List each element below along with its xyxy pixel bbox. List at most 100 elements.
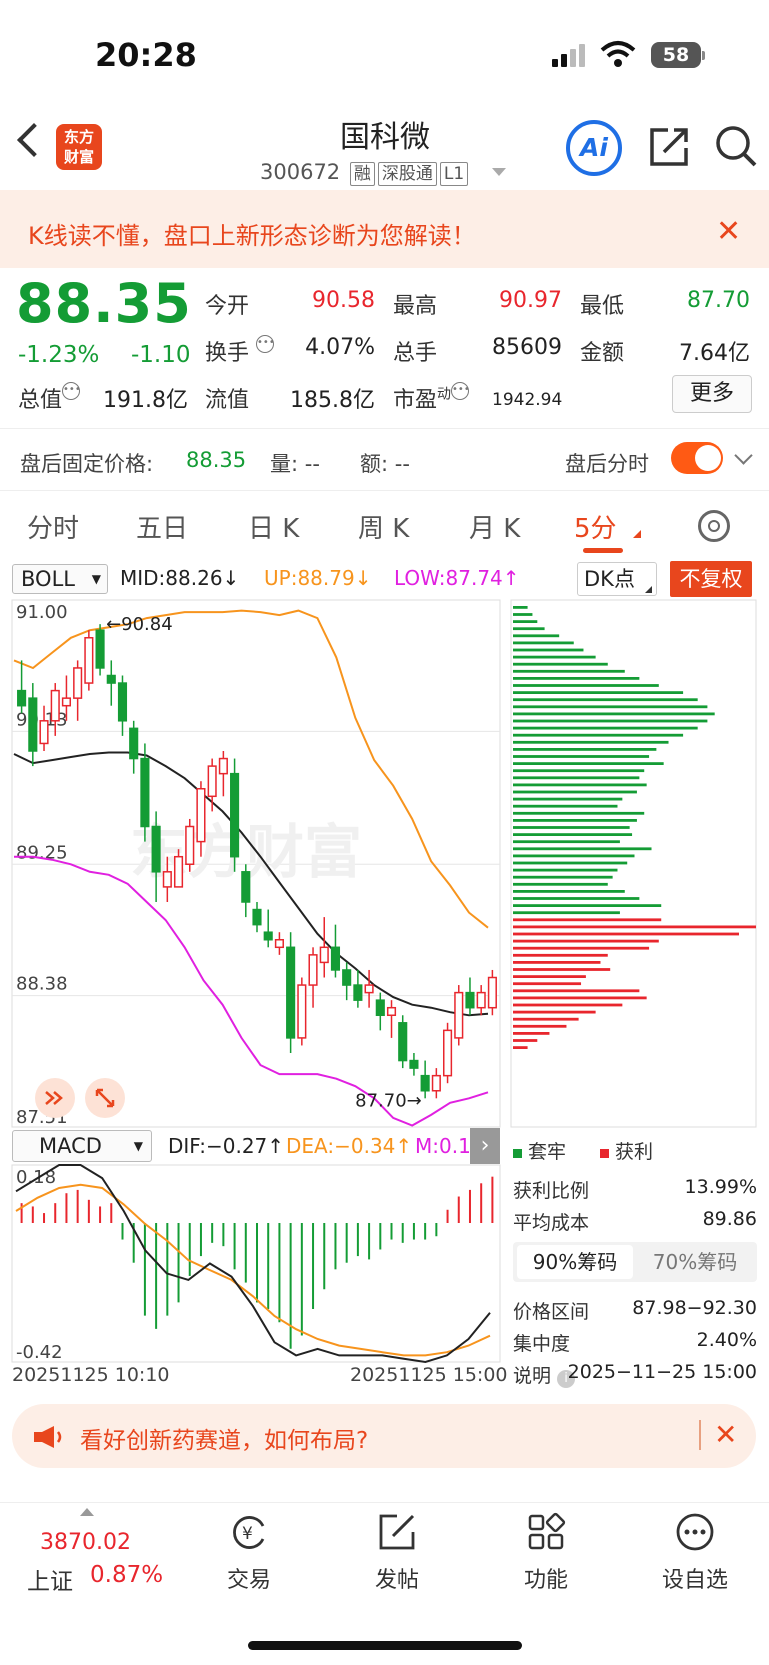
tab-monthly-k[interactable]: 月 K	[469, 508, 520, 545]
dk-point-button[interactable]: DK点	[577, 562, 657, 596]
candle-body	[353, 984, 363, 1001]
chip-bar-hold	[513, 804, 618, 808]
chip-bar-hold	[513, 698, 698, 702]
chip-bar-hold	[513, 826, 630, 829]
search-icon[interactable]	[714, 124, 758, 168]
grid-icon[interactable]	[526, 1512, 566, 1552]
stock-code-row[interactable]: 300672 融深股通 L1	[260, 160, 469, 186]
trade-icon[interactable]: ¥	[229, 1512, 269, 1552]
tab-dropdown-icon[interactable]	[633, 530, 641, 538]
toggle-knob	[695, 445, 721, 471]
tab-daily-k[interactable]: 日 K	[248, 508, 299, 545]
candle-body	[241, 871, 251, 903]
candle-body	[106, 674, 116, 684]
edit-icon[interactable]	[377, 1512, 417, 1552]
candle-body	[286, 946, 296, 1039]
candle-body	[61, 697, 72, 707]
banner-text: K线读不懂，盘口上新形态诊断为您解读！	[28, 222, 476, 250]
turnover-label: 换手 •••	[205, 335, 275, 366]
index-value[interactable]: 3870.02	[40, 1530, 131, 1555]
chip-tab-90[interactable]: 90%筹码	[517, 1245, 633, 1279]
after-hours-volume: 量: --	[270, 452, 320, 476]
chevron-right-icon[interactable]: ›	[470, 1128, 500, 1164]
battery-tip	[702, 51, 705, 60]
chevron-down-icon[interactable]	[734, 446, 753, 465]
close-icon[interactable]: ✕	[714, 1418, 737, 1451]
info-icon[interactable]: •••	[256, 335, 275, 353]
float-value: 185.8亿	[290, 388, 375, 413]
candle-body	[84, 637, 94, 684]
time-start: 20251125 10:10	[12, 1364, 170, 1386]
megaphone-icon	[34, 1426, 62, 1448]
candle-body	[398, 1022, 408, 1062]
ai-button[interactable]: Ai	[566, 120, 622, 176]
concentration-label: 集中度	[513, 1333, 571, 1355]
max-price-label: ←90.84	[106, 614, 173, 635]
chip-bar-hold	[513, 776, 640, 780]
chip-bar-hold	[513, 755, 650, 758]
more-dots-icon[interactable]	[675, 1512, 715, 1552]
tab-5min[interactable]: 5分	[574, 508, 617, 545]
boll-low: LOW:87.74↑	[394, 566, 520, 590]
chip-bar-hold	[513, 705, 708, 709]
adjust-button[interactable]: 不复权	[670, 561, 752, 597]
time-end: 20251125 15:00	[350, 1364, 508, 1386]
back-icon[interactable]	[17, 123, 51, 157]
chip-bar-hold	[513, 748, 657, 751]
candle-body	[431, 1074, 441, 1092]
chip-bar-hold	[513, 769, 645, 773]
chip-tab-70[interactable]: 70%筹码	[640, 1245, 750, 1279]
info-icon[interactable]: •••	[62, 382, 81, 400]
index-percent[interactable]: 0.87%	[90, 1562, 163, 1588]
index-name[interactable]: 上证	[27, 1562, 73, 1596]
tab-intraday[interactable]: 分时	[27, 508, 79, 545]
chevron-down-icon[interactable]	[492, 168, 506, 176]
nav-watchlist[interactable]: 设自选	[650, 1562, 740, 1594]
concentration-value: 2.40%	[696, 1329, 757, 1351]
share-icon[interactable]	[648, 126, 690, 168]
avg-cost-value: 89.86	[702, 1208, 757, 1230]
chip-bar-hold	[513, 669, 625, 673]
chip-bar-profit	[513, 939, 659, 943]
chip-bar-hold	[513, 684, 659, 687]
nav-post[interactable]: 发帖	[352, 1562, 442, 1594]
nav-function[interactable]: 功能	[501, 1562, 591, 1594]
tag-margin: 融	[349, 162, 375, 186]
candle-body	[252, 908, 262, 926]
candle-body	[297, 984, 307, 1039]
chip-bar-hold	[513, 726, 698, 730]
macd-select[interactable]: MACD ▼	[12, 1130, 152, 1162]
y-tick-label: 91.00	[16, 602, 68, 623]
mktcap-label: 总值•••	[18, 382, 81, 413]
tab-weekly-k[interactable]: 周 K	[358, 508, 409, 545]
info-icon[interactable]: •••	[451, 382, 470, 400]
candle-body	[140, 757, 150, 828]
indicator-name: BOLL	[21, 567, 75, 591]
chevron-up-icon[interactable]	[80, 1508, 94, 1516]
chip-bar-hold	[513, 762, 664, 765]
divider	[0, 490, 769, 491]
chip-bar-hold	[513, 691, 684, 694]
wifi-icon	[600, 41, 636, 67]
settings-icon-inner	[708, 520, 720, 532]
nav-trade[interactable]: 交易	[204, 1562, 294, 1594]
clock: 20:28	[95, 36, 197, 74]
candle-body	[386, 1006, 397, 1017]
close-icon[interactable]: ✕	[716, 214, 741, 249]
note-label[interactable]: 说明 i	[513, 1361, 576, 1388]
chip-bar-profit	[513, 1017, 579, 1021]
chip-bar-hold	[513, 613, 533, 616]
chip-bar-profit	[513, 1032, 550, 1035]
candle-body	[465, 991, 475, 1009]
chip-bar-hold	[513, 662, 608, 666]
macd-tick-label: -0.42	[16, 1342, 63, 1363]
chip-bar-hold	[513, 606, 528, 609]
candle-body	[342, 969, 352, 986]
chip-bar-hold	[513, 648, 584, 652]
tab-five-day[interactable]: 五日	[136, 508, 188, 545]
more-button[interactable]: 更多	[672, 375, 752, 413]
app-logo: 东方 财富	[56, 124, 102, 170]
chip-bar-profit	[513, 996, 647, 1000]
chip-bar-hold	[513, 740, 669, 744]
indicator-select[interactable]: BOLL ▼	[12, 564, 108, 594]
